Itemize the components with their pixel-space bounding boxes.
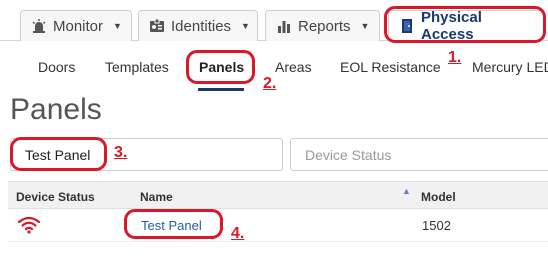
device-status-filter-input[interactable]: Device Status [290,138,548,171]
tab-reports[interactable]: Reports ▼ [265,10,380,41]
tab-monitor[interactable]: Monitor ▼ [20,10,132,41]
table-header: Device Status Name Model [8,181,548,209]
monitor-alarm-icon [31,18,47,34]
annotation-number-4: 4. [231,225,245,242]
chevron-down-icon: ▼ [360,21,370,31]
subnav-item-doors[interactable]: Doors [38,59,75,75]
table-row[interactable]: Test Panel 1502 [8,210,548,242]
annotation-number-3: 3. [114,144,128,161]
active-tab-indicator [198,88,244,91]
chevron-down-icon: ▼ [241,21,250,31]
bar-chart-icon [276,18,292,34]
subnav-item-areas[interactable]: Areas [275,59,312,75]
annotation-number-1: 1. [448,49,462,66]
subnav-item-eol-resistance[interactable]: EOL Resistance [340,59,441,75]
callout-test-panel-link [124,209,223,239]
subnav-item-mercury-led[interactable]: Mercury LED [472,59,548,75]
wifi-signal-icon [17,216,41,239]
callout-test-panel-filter [10,137,107,171]
page-title: Panels [10,93,102,126]
column-model[interactable]: Model [421,190,456,204]
sort-ascending-icon[interactable]: ▲ [402,186,411,196]
subnav-item-templates[interactable]: Templates [105,59,169,75]
tab-reports-label: Reports [298,17,351,35]
panel-model: 1502 [422,218,451,233]
callout-physical-access [384,6,546,43]
tab-monitor-label: Monitor [53,17,104,35]
device-status-placeholder: Device Status [305,146,392,163]
column-device-status[interactable]: Device Status [16,190,95,204]
chevron-down-icon: ▼ [113,21,122,31]
tab-identities[interactable]: Identities ▼ [138,10,258,41]
annotation-number-2: 2. [263,75,277,92]
tab-identities-label: Identities [171,17,232,35]
column-name[interactable]: Name [140,190,173,204]
callout-panels [186,50,255,84]
id-card-icon [149,18,165,34]
